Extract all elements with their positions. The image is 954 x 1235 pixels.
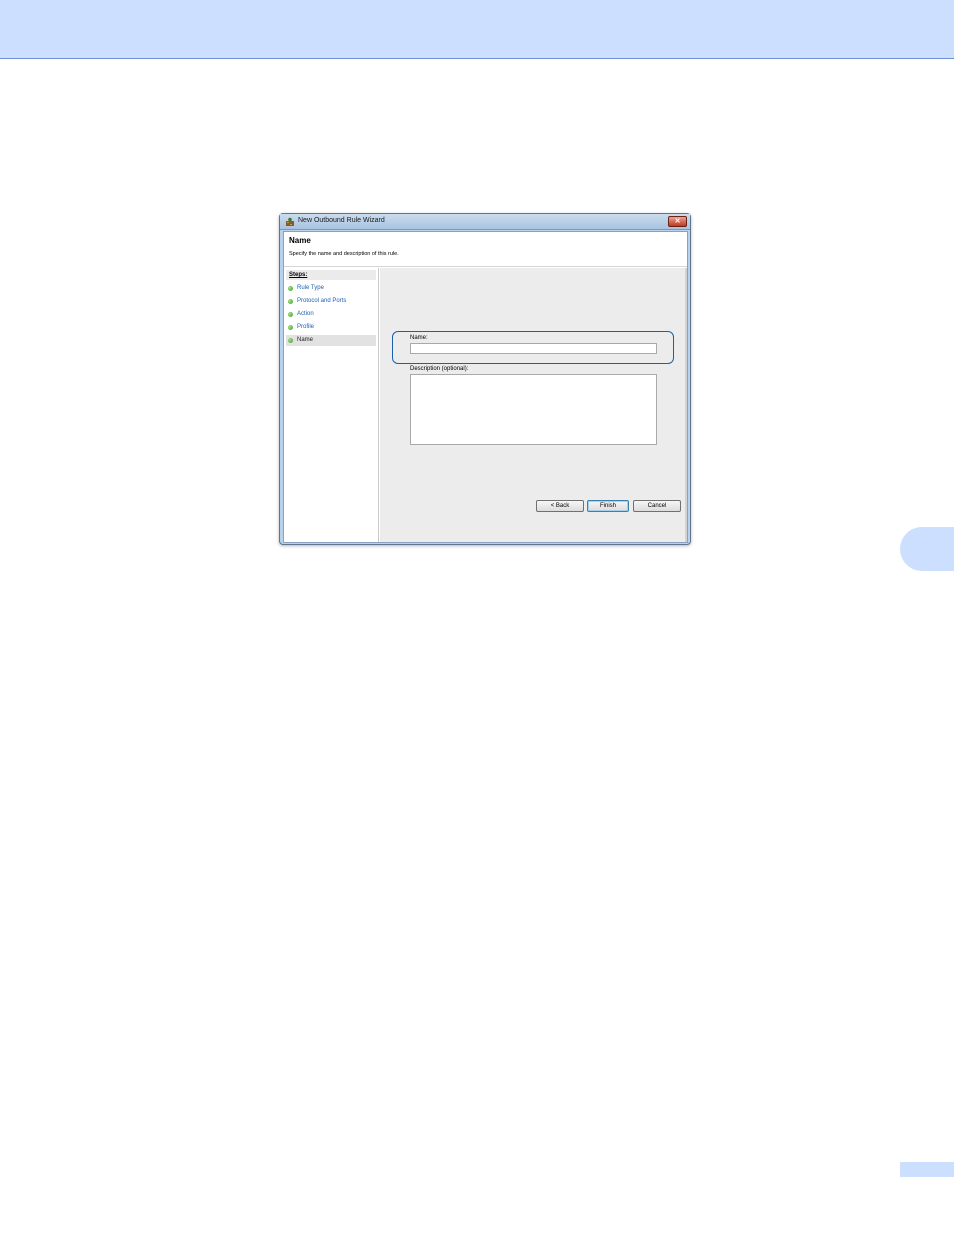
step-label: Protocol and Ports <box>297 298 347 304</box>
name-label: Name: <box>410 335 428 341</box>
window-title: New Outbound Rule Wizard <box>298 217 385 224</box>
step-action[interactable]: Action <box>286 309 376 320</box>
firewall-wizard-icon <box>286 217 294 226</box>
green-bullet-icon <box>288 312 293 317</box>
step-label: Rule Type <box>297 285 324 291</box>
wizard-window: New Outbound Rule Wizard ✕ Name Specify … <box>279 213 691 545</box>
chapter-tab <box>900 527 954 571</box>
step-label: Name <box>297 337 314 343</box>
name-input[interactable] <box>410 343 657 354</box>
step-protocol-and-ports[interactable]: Protocol and Ports <box>286 296 376 307</box>
close-button[interactable]: ✕ <box>668 216 687 227</box>
description-input[interactable] <box>410 374 657 445</box>
step-name[interactable]: Name <box>286 335 376 346</box>
wizard-header: Name Specify the name and description of… <box>284 232 687 267</box>
scrollbar[interactable] <box>685 268 687 542</box>
description-label: Description (optional): <box>410 366 469 372</box>
page-title: Name <box>289 236 311 245</box>
back-button[interactable]: < Back <box>536 500 584 512</box>
finish-button[interactable]: Finish <box>587 500 629 512</box>
page-number-tab <box>900 1162 954 1177</box>
page-subtitle: Specify the name and description of this… <box>289 251 399 257</box>
steps-pane: Steps: Rule Type Protocol and Ports Acti… <box>284 268 379 542</box>
green-bullet-icon <box>288 299 293 304</box>
steps-heading: Steps: <box>286 270 376 280</box>
step-rule-type[interactable]: Rule Type <box>286 283 376 294</box>
page-header-band <box>0 0 954 59</box>
title-bar[interactable]: New Outbound Rule Wizard ✕ <box>280 214 690 230</box>
step-label: Action <box>297 311 314 317</box>
green-bullet-icon <box>288 286 293 291</box>
wizard-client: Name Specify the name and description of… <box>283 231 688 543</box>
cancel-button[interactable]: Cancel <box>633 500 681 512</box>
step-label: Profile <box>297 324 315 330</box>
close-icon: ✕ <box>674 218 681 225</box>
green-bullet-icon <box>288 325 293 330</box>
step-profile[interactable]: Profile <box>286 322 376 333</box>
green-bullet-icon <box>288 338 293 343</box>
